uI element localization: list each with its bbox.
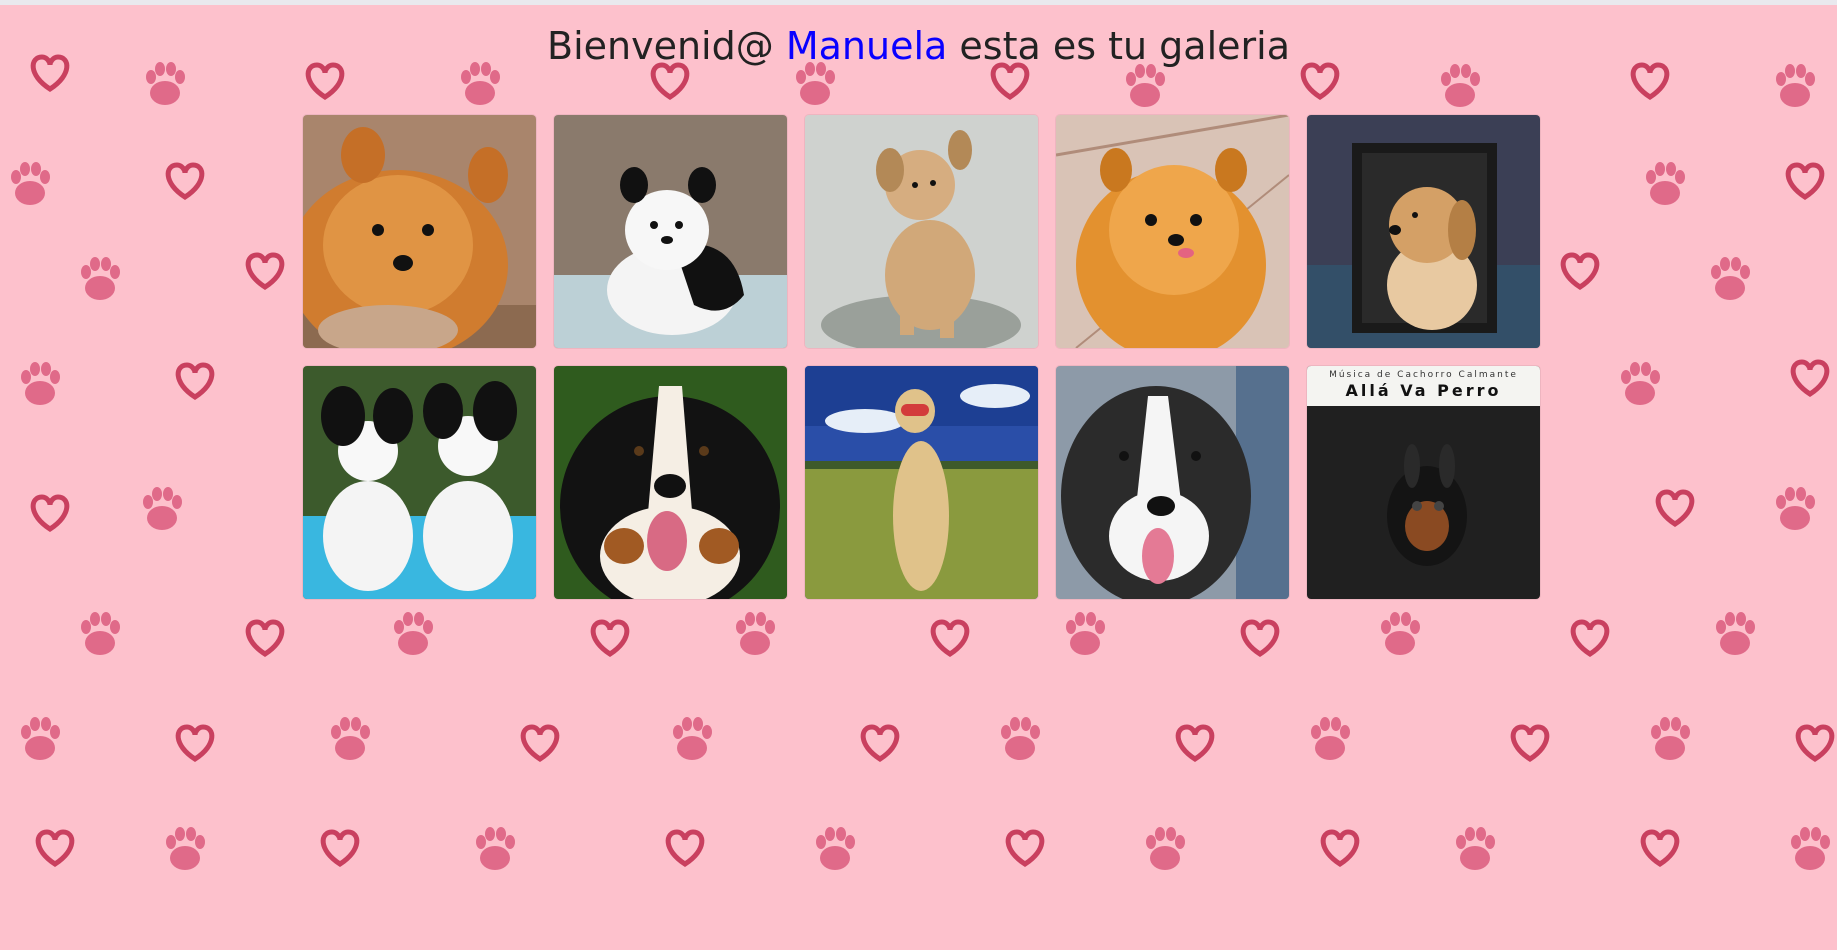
dog-photo-icon	[1056, 366, 1289, 599]
album-title: Allá Va Perro	[1345, 381, 1502, 400]
username: Manuela	[785, 24, 948, 68]
gallery-item-standing-dog[interactable]	[805, 366, 1038, 599]
gallery-item-album-cover[interactable]: Música de Cachorro Calmante Allá Va Perr…	[1307, 366, 1540, 599]
gallery-item-papillons[interactable]	[303, 366, 536, 599]
gallery-item-border-collie[interactable]	[1056, 366, 1289, 599]
photo-gallery: Música de Cachorro Calmante Allá Va Perr…	[303, 115, 1543, 599]
greeting-suffix: esta es tu galeria	[959, 24, 1290, 68]
dog-photo-icon	[805, 366, 1038, 599]
gallery-item-bw-puppy[interactable]	[554, 115, 787, 348]
album-subtitle: Música de Cachorro Calmante	[1329, 370, 1518, 380]
dog-photo-icon	[554, 366, 787, 599]
gallery-item-pomeranian[interactable]	[303, 115, 536, 348]
gallery-item-pomeranian-smile[interactable]	[1056, 115, 1289, 348]
page-title: Bienvenid@ Manuela esta es tu galeria	[0, 24, 1837, 68]
gallery-item-tan-puppy[interactable]	[805, 115, 1038, 348]
album-header: Música de Cachorro Calmante Allá Va Perr…	[1307, 366, 1540, 406]
dog-photo-icon	[805, 115, 1038, 348]
dog-photo-icon	[303, 115, 536, 348]
greeting-text: Bienvenid@	[547, 24, 774, 68]
dog-photo-icon	[1307, 115, 1540, 348]
dog-photo-icon	[554, 115, 787, 348]
gallery-item-golden-portrait[interactable]	[1307, 115, 1540, 348]
gallery-item-bernese[interactable]	[554, 366, 787, 599]
dog-photo-icon	[303, 366, 536, 599]
dog-photo-icon	[1056, 115, 1289, 348]
